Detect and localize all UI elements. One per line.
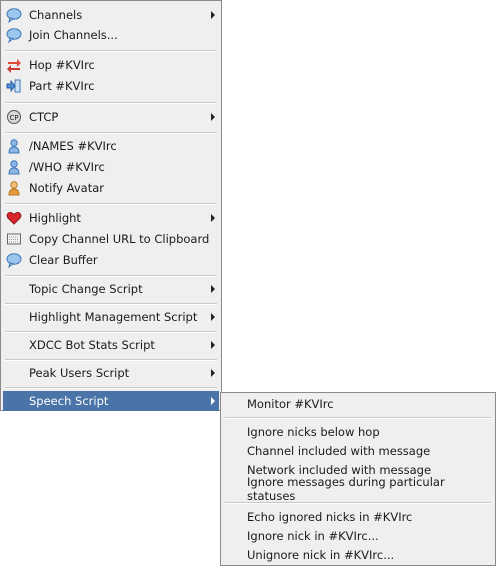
- menu-item-label: Ignore nick in #KVIrc...: [247, 529, 379, 543]
- menu-item-highlight[interactable]: Highlight: [3, 208, 219, 228]
- menu-item-part[interactable]: Part #KVIrc: [3, 76, 219, 96]
- menu-separator: [5, 132, 217, 134]
- submenu-arrow-icon: [211, 369, 215, 377]
- menu-item-label: XDCC Bot Stats Script: [29, 338, 155, 352]
- menu-separator: [5, 203, 217, 205]
- speech-bubble-icon: [6, 252, 22, 268]
- menu-item-label: Highlight Management Script: [29, 310, 198, 324]
- menu-item-who[interactable]: /WHO #KVIrc: [3, 157, 219, 177]
- menu-item-ctcp[interactable]: CP CTCP: [3, 107, 219, 127]
- menu-item-peak-users-script[interactable]: Peak Users Script: [3, 363, 219, 383]
- speech-bubble-icon: [6, 7, 22, 23]
- menu-separator: [5, 275, 217, 277]
- submenu-item-ignore-statuses[interactable]: Ignore messages during particular status…: [223, 475, 493, 503]
- part-arrow-icon: [6, 78, 22, 94]
- submenu-arrow-icon: [211, 113, 215, 121]
- heart-icon: [6, 210, 22, 226]
- menu-item-label: Peak Users Script: [29, 366, 130, 380]
- channel-context-menu: Channels Join Channels... Hop #KVIrc Par…: [0, 0, 222, 411]
- hop-arrows-icon: [6, 57, 22, 73]
- menu-item-channels[interactable]: Channels: [3, 5, 219, 25]
- menu-item-names[interactable]: /NAMES #KVIrc: [3, 136, 219, 156]
- submenu-item-unignore-nick[interactable]: Unignore nick in #KVIrc...: [223, 545, 493, 565]
- menu-item-label: Part #KVIrc: [29, 79, 95, 93]
- user-icon: [6, 138, 22, 154]
- submenu-item-channel-included[interactable]: Channel included with message: [223, 441, 493, 461]
- menu-item-label: /NAMES #KVIrc: [29, 139, 117, 153]
- clipboard-icon: [6, 231, 22, 247]
- speech-script-submenu: Monitor #KVIrc Ignore nicks below hop Ch…: [220, 392, 496, 566]
- menu-separator: [5, 102, 217, 104]
- menu-separator: [5, 331, 217, 333]
- menu-item-label: Topic Change Script: [29, 282, 143, 296]
- menu-item-xdcc-bot-stats-script[interactable]: XDCC Bot Stats Script: [3, 335, 219, 355]
- menu-item-label: Clear Buffer: [29, 253, 98, 267]
- menu-item-label: /WHO #KVIrc: [29, 160, 105, 174]
- submenu-item-ignore-nick[interactable]: Ignore nick in #KVIrc...: [223, 526, 493, 546]
- submenu-arrow-icon: [211, 341, 215, 349]
- menu-item-hop[interactable]: Hop #KVIrc: [3, 55, 219, 75]
- submenu-arrow-icon: [211, 313, 215, 321]
- menu-item-label: Ignore nicks below hop: [247, 425, 380, 439]
- user-icon: [6, 159, 22, 175]
- svg-text:CP: CP: [9, 114, 18, 122]
- menu-item-topic-change-script[interactable]: Topic Change Script: [3, 279, 219, 299]
- submenu-arrow-icon: [211, 285, 215, 293]
- menu-item-label: Monitor #KVIrc: [247, 397, 334, 411]
- submenu-item-echo-ignored[interactable]: Echo ignored nicks in #KVIrc: [223, 507, 493, 527]
- avatar-icon: [6, 180, 22, 196]
- submenu-arrow-icon: [211, 214, 215, 222]
- menu-item-join-channels[interactable]: Join Channels...: [3, 25, 219, 45]
- menu-item-label: Highlight: [29, 211, 81, 225]
- menu-separator: [5, 50, 217, 52]
- menu-item-label: Ignore messages during particular status…: [247, 475, 445, 503]
- menu-item-label: Unignore nick in #KVIrc...: [247, 548, 395, 562]
- ctcp-icon: CP: [6, 109, 22, 125]
- submenu-item-monitor[interactable]: Monitor #KVIrc: [223, 394, 493, 414]
- menu-item-copy-url[interactable]: Copy Channel URL to Clipboard: [3, 229, 219, 249]
- menu-item-label: Channel included with message: [247, 444, 431, 458]
- menu-separator: [225, 502, 491, 504]
- menu-item-label: Channels: [29, 8, 83, 22]
- menu-item-label: CTCP: [29, 110, 59, 124]
- menu-item-clear-buffer[interactable]: Clear Buffer: [3, 250, 219, 270]
- menu-item-label: Notify Avatar: [29, 181, 104, 195]
- menu-item-label: Copy Channel URL to Clipboard: [29, 232, 210, 246]
- menu-separator: [225, 417, 491, 419]
- menu-item-label: Hop #KVIrc: [29, 58, 95, 72]
- menu-item-notify-avatar[interactable]: Notify Avatar: [3, 178, 219, 198]
- menu-item-highlight-management-script[interactable]: Highlight Management Script: [3, 307, 219, 327]
- menu-separator: [5, 359, 217, 361]
- menu-item-label: Speech Script: [29, 394, 109, 408]
- submenu-item-ignore-nicks-below-hop[interactable]: Ignore nicks below hop: [223, 422, 493, 442]
- menu-item-label: Echo ignored nicks in #KVIrc: [247, 510, 413, 524]
- menu-item-speech-script[interactable]: Speech Script: [3, 391, 219, 411]
- menu-separator: [5, 387, 217, 389]
- speech-bubble-icon: [6, 27, 22, 43]
- menu-separator: [5, 303, 217, 305]
- menu-item-label: Join Channels...: [29, 28, 118, 42]
- submenu-arrow-icon: [211, 397, 215, 405]
- submenu-arrow-icon: [211, 11, 215, 19]
